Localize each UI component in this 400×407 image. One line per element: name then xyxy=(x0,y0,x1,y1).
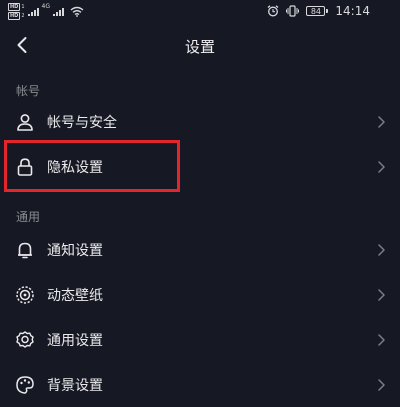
chevron-right-icon xyxy=(378,161,385,173)
status-right: 84 14:14 xyxy=(267,4,370,18)
gear-icon xyxy=(16,331,34,348)
settings-row-label: 帐号与安全 xyxy=(47,115,117,131)
palette-icon xyxy=(16,376,34,394)
hd-badge: HD xyxy=(8,3,21,11)
network-type: 4G xyxy=(41,3,50,10)
section-label-general: 通用 xyxy=(16,210,41,224)
signal-icon xyxy=(27,7,39,16)
battery-level: 84 xyxy=(306,6,326,16)
page-title: 设置 xyxy=(184,38,215,56)
clock: 14:14 xyxy=(335,4,370,18)
user-icon xyxy=(17,114,33,131)
battery-icon: 84 xyxy=(306,6,329,16)
highlight-annotation xyxy=(4,140,180,192)
hd-badge: HD xyxy=(8,12,21,20)
sim-number: 1 xyxy=(21,4,25,10)
settings-row-account-security[interactable]: 帐号与安全 xyxy=(0,100,400,144)
signal-icon xyxy=(53,7,64,16)
chevron-right-icon xyxy=(378,116,385,128)
chevron-right-icon xyxy=(378,334,385,346)
settings-row-background[interactable]: 背景设置 xyxy=(0,363,400,407)
chevron-right-icon xyxy=(378,244,385,256)
settings-row-general[interactable]: 通用设置 xyxy=(0,318,400,362)
chevron-right-icon xyxy=(378,379,385,391)
settings-row-notifications[interactable]: 通知设置 xyxy=(0,228,400,272)
settings-row-label: 动态壁纸 xyxy=(47,288,103,304)
bell-icon xyxy=(18,242,32,259)
settings-row-label: 通知设置 xyxy=(47,243,103,259)
settings-row-label: 通用设置 xyxy=(47,333,103,349)
status-bar: HD 1 HD 2 4G 84 14:14 xyxy=(0,0,400,24)
sim-number: 2 xyxy=(21,13,25,19)
title-bar: 设置 xyxy=(0,26,400,64)
alarm-icon xyxy=(267,5,279,17)
wallpaper-icon xyxy=(16,286,34,304)
status-left: HD 1 HD 2 4G xyxy=(8,3,84,20)
vibrate-icon xyxy=(286,5,300,17)
section-label-account: 帐号 xyxy=(16,84,41,98)
settings-row-live-wallpaper[interactable]: 动态壁纸 xyxy=(0,273,400,317)
chevron-right-icon xyxy=(378,289,385,301)
wifi-icon xyxy=(70,6,84,17)
settings-row-label: 背景设置 xyxy=(47,378,103,394)
